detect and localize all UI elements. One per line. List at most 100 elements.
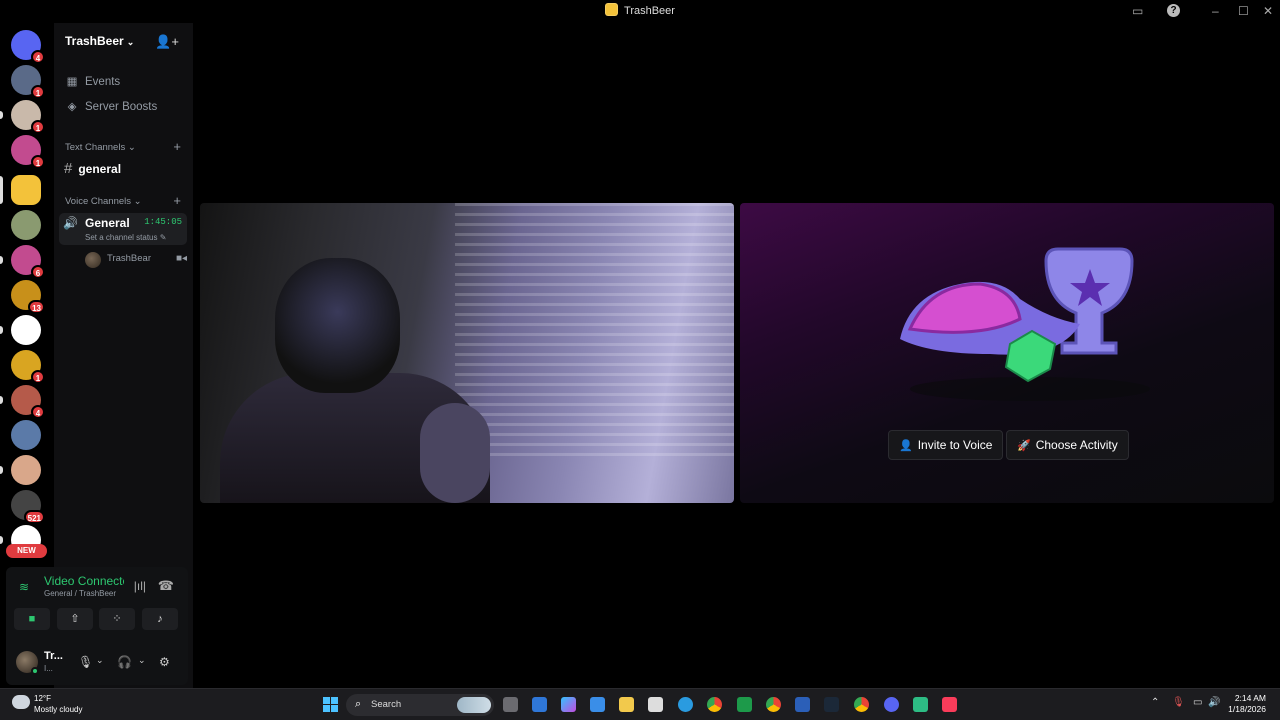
voice-status[interactable]: Video Connected (44, 574, 124, 588)
copilot-icon[interactable] (561, 697, 576, 712)
task-view-icon[interactable] (503, 697, 518, 712)
weather-icon[interactable] (12, 695, 30, 709)
server-icon-srv-trashbeer[interactable] (11, 175, 41, 205)
server-header[interactable]: TrashBeer ⌄ 👤+ (54, 23, 193, 59)
search-highlight-image (457, 697, 491, 713)
minimize-button[interactable]: – (1212, 4, 1219, 18)
chevron-down-icon[interactable]: ⌄ (138, 655, 146, 666)
server-icon-discord-home[interactable]: 4 (11, 30, 45, 64)
cast-icon[interactable]: ▭ (1132, 4, 1143, 18)
server-icon-srv-6[interactable]: 6 (11, 245, 45, 279)
channel-general[interactable]: # general (64, 160, 121, 177)
outlook-icon[interactable] (532, 697, 547, 712)
server-icon-srv-10[interactable]: 4 (11, 385, 45, 419)
voice-channel-general[interactable]: 🔊 General 1:45:05 Set a channel status ✎ (59, 213, 187, 245)
app-icon[interactable] (913, 697, 928, 712)
user-name[interactable]: Tr... (44, 650, 63, 662)
invite-to-voice-button[interactable]: 👤 Invite to Voice (888, 430, 1004, 460)
camera-button[interactable]: ■ (14, 608, 50, 630)
volume-icon[interactable]: 🔊 (1208, 697, 1220, 708)
unread-pill (0, 176, 3, 204)
signal-icon[interactable]: ≋ (19, 580, 29, 594)
discord-icon[interactable] (884, 697, 899, 712)
server-icon-srv-11[interactable] (11, 420, 41, 450)
chevron-down-icon[interactable]: ⌄ (96, 655, 104, 666)
unread-pill (0, 256, 3, 264)
start-tile (323, 705, 330, 712)
word-icon[interactable] (795, 697, 810, 712)
server-icon-srv-1[interactable]: 1 (11, 65, 45, 99)
camera-background (455, 203, 734, 463)
search-icon: ⌕ (355, 698, 362, 710)
title-bar: TrashBeer ▭ ? – ☐ ✕ (0, 0, 1280, 23)
voice-channels-category[interactable]: Voice Channels ⌄ (65, 196, 142, 207)
voice-stage: 👤 Invite to Voice 🚀 Choose Activity (193, 23, 1280, 688)
hash-icon: # (64, 160, 73, 177)
window-title-area: TrashBeer (0, 3, 1280, 17)
text-category-label: Text Channels (65, 142, 126, 153)
events-link[interactable]: ▦ Events (66, 74, 121, 88)
invite-people-icon[interactable]: 👤+ (155, 34, 179, 50)
weather-description[interactable]: Mostly cloudy (34, 705, 82, 714)
server-icon-srv-9[interactable]: 1 (11, 350, 45, 384)
excel-icon[interactable] (737, 697, 752, 712)
gear-icon[interactable]: ⚙ (159, 655, 170, 669)
voice-user-trashbear[interactable]: TrashBear ■◂ (84, 251, 187, 268)
taskbar-search[interactable]: ⌕ Search (346, 694, 494, 716)
chrome-active-icon[interactable] (854, 697, 869, 712)
apple-music-icon[interactable] (942, 697, 957, 712)
help-icon[interactable]: ? (1167, 4, 1180, 17)
camera-person-head (275, 258, 400, 393)
steam-icon[interactable] (824, 697, 839, 712)
calendar-icon: ▦ (66, 76, 78, 88)
server-icon-srv-5[interactable] (11, 210, 41, 240)
windows-taskbar: 12°F Mostly cloudy ⌕ Search ⌃ 🎙 ▭ 🔊 2:14… (0, 688, 1280, 720)
server-name[interactable]: TrashBeer ⌄ (65, 34, 134, 48)
unread-pill (0, 111, 3, 119)
notepad-icon[interactable] (648, 697, 663, 712)
display-icon[interactable]: ▭ (1193, 697, 1202, 708)
activities-button[interactable]: ⁘ (99, 608, 135, 630)
windows-start-icon[interactable] (323, 697, 338, 712)
server-boosts-link[interactable]: ◈ Server Boosts (66, 99, 158, 113)
choose-activity-button[interactable]: 🚀 Choose Activity (1006, 430, 1129, 460)
maximize-button[interactable]: ☐ (1238, 4, 1249, 18)
screen-share-button[interactable]: ⇧ (57, 608, 93, 630)
close-button[interactable]: ✕ (1263, 4, 1273, 18)
channel-status-label: Set a channel status (85, 233, 158, 242)
soundboard-button[interactable]: ♪ (142, 608, 178, 630)
microphone-icon[interactable]: 🎙 (1172, 697, 1185, 708)
activity-illustration (900, 247, 1150, 401)
weather-temperature[interactable]: 12°F (34, 694, 51, 703)
server-icon-srv-chatgpt[interactable] (11, 315, 41, 345)
clock-date: 1/18/2026 (1228, 704, 1266, 714)
disconnect-icon[interactable]: ☎ (158, 578, 174, 594)
noise-suppression-icon[interactable]: |ıl| (134, 579, 146, 593)
server-icon-srv-2[interactable]: 1 (11, 100, 45, 134)
add-voice-channel-icon[interactable]: + (173, 193, 181, 208)
edge-icon[interactable] (678, 697, 693, 712)
clock[interactable]: 2:14 AM 1/18/2026 (1228, 693, 1266, 715)
chevron-down-icon: ⌄ (126, 37, 135, 47)
voice-location[interactable]: General / TrashBeer (44, 589, 116, 598)
server-icon-srv-13[interactable]: 521 (11, 490, 45, 524)
activities-icon: ⁘ (112, 613, 122, 625)
server-icon-srv-3[interactable]: 1 (11, 135, 45, 169)
add-text-channel-icon[interactable]: + (173, 139, 181, 154)
microphone-icon[interactable]: 🎙 (78, 655, 93, 669)
screen-share-icon: ⇧ (70, 613, 80, 625)
unread-pill (0, 396, 3, 404)
file-explorer-icon[interactable] (619, 697, 634, 712)
chrome-icon[interactable] (707, 697, 722, 712)
store-icon[interactable] (590, 697, 605, 712)
chrome-profile-icon[interactable] (766, 697, 781, 712)
chevron-up-icon[interactable]: ⌃ (1151, 697, 1159, 708)
server-icon-srv-7[interactable]: 13 (11, 280, 45, 314)
voice-category-label: Voice Channels (65, 196, 132, 207)
server-icon-srv-12[interactable] (11, 455, 41, 485)
server-badge: 1 (31, 155, 45, 169)
text-channels-category[interactable]: Text Channels ⌄ (65, 142, 136, 153)
video-tile-trashbear[interactable] (200, 203, 734, 503)
headphones-icon[interactable]: 🎧 (117, 655, 132, 669)
channel-status-button[interactable]: Set a channel status ✎ (85, 233, 166, 242)
